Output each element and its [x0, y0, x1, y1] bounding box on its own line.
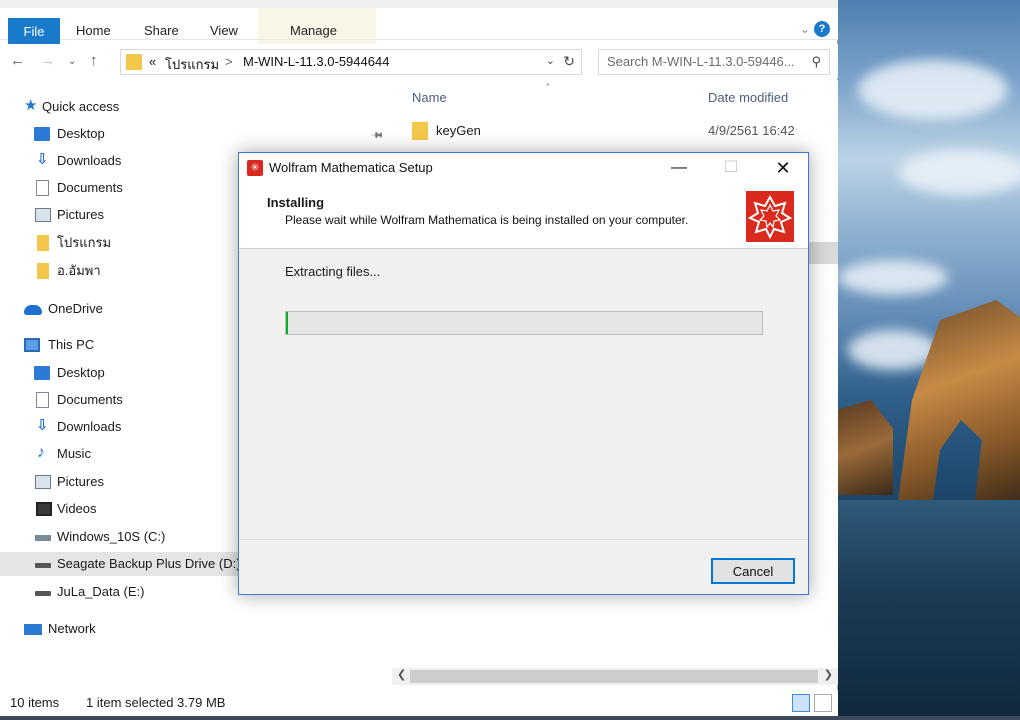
nav-pc-videos[interactable]: Videos	[0, 497, 248, 521]
close-icon[interactable]: ✕	[760, 155, 806, 181]
wolfram-spikey-logo	[746, 191, 794, 242]
progress-bar	[285, 311, 763, 335]
computer-icon	[24, 338, 40, 352]
download-icon: ⇩	[36, 417, 49, 434]
file-name: keyGen	[436, 123, 481, 138]
search-placeholder: Search M-WIN-L-11.3.0-59446...	[607, 54, 795, 69]
pin-icon[interactable]: 🖈	[367, 125, 388, 146]
tab-share[interactable]: Share	[144, 20, 179, 42]
video-icon	[36, 502, 52, 516]
network-icon	[24, 624, 42, 635]
minimize-icon[interactable]: —	[656, 155, 702, 181]
folder-icon	[37, 263, 49, 279]
address-dropdown-icon[interactable]: ⌄	[546, 54, 555, 67]
column-header-date-modified[interactable]: Date modified	[708, 90, 788, 105]
progress-bar-fill	[286, 312, 288, 334]
folder-icon	[37, 235, 49, 251]
header-subtitle: Please wait while Wolfram Mathematica is…	[285, 213, 689, 227]
breadcrumb-overflow[interactable]: «	[149, 54, 156, 69]
tab-view[interactable]: View	[210, 20, 238, 42]
nav-downloads[interactable]: ⇩ Downloads	[0, 149, 248, 173]
nav-desktop[interactable]: Desktop	[0, 122, 248, 146]
nav-pc-desktop[interactable]: Desktop	[0, 361, 248, 385]
maximize-icon: ☐	[723, 159, 739, 176]
column-header-name[interactable]: Name	[412, 90, 447, 105]
desktop-icon	[34, 366, 50, 380]
pictures-icon	[35, 208, 51, 222]
nav-onedrive[interactable]: OneDrive	[0, 297, 248, 321]
star-icon: ★	[24, 97, 38, 114]
folder-icon	[126, 54, 142, 70]
expand-ribbon-icon[interactable]: ⌄	[800, 22, 810, 36]
download-icon: ⇩	[36, 151, 49, 168]
dialog-footer: Cancel	[239, 539, 808, 594]
nav-pc-pictures[interactable]: Pictures	[0, 470, 248, 494]
recent-locations-icon[interactable]: ⌄	[68, 56, 76, 67]
setup-dialog: ✳ Wolfram Mathematica Setup — ☐ ✕ Instal…	[238, 152, 809, 595]
breadcrumb-separator: >	[225, 54, 233, 69]
details-view-icon[interactable]	[792, 694, 810, 712]
drive-icon	[35, 591, 51, 596]
tab-file[interactable]: File	[8, 18, 60, 46]
cancel-button[interactable]: Cancel	[711, 558, 795, 584]
dialog-title: Wolfram Mathematica Setup	[269, 160, 433, 175]
horizontal-scrollbar[interactable]: ❮ ❯	[392, 668, 838, 685]
pictures-icon	[35, 475, 51, 489]
desktop-wallpaper	[838, 0, 1020, 720]
file-date: 4/9/2561 16:42	[708, 123, 795, 138]
breadcrumb-item[interactable]: M-WIN-L-11.3.0-5944644	[243, 54, 389, 69]
dialog-titlebar[interactable]: ✳ Wolfram Mathematica Setup — ☐ ✕	[239, 153, 808, 183]
nav-documents[interactable]: Documents	[0, 176, 248, 200]
sort-up-icon: ⌃	[544, 82, 552, 92]
mathematica-app-icon: ✳	[247, 160, 263, 176]
dialog-body: Extracting files...	[239, 249, 808, 539]
nav-drive-e[interactable]: JuLa_Data (E:)	[0, 580, 248, 604]
nav-pc-music[interactable]: ♪ Music	[0, 442, 248, 466]
nav-pictures[interactable]: Pictures	[0, 203, 248, 227]
progress-status-text: Extracting files...	[285, 264, 381, 279]
address-bar[interactable]: « โปรแกรม > M-WIN-L-11.3.0-5944644 ⌄ ↻	[120, 49, 582, 75]
document-icon	[36, 392, 49, 408]
header-title: Installing	[267, 195, 325, 210]
music-note-icon: ♪	[37, 444, 45, 461]
nav-folder-ampha[interactable]: อ.อัมพา	[0, 259, 248, 283]
nav-drive-d[interactable]: Seagate Backup Plus Drive (D:)	[0, 552, 248, 576]
desktop-icon	[34, 127, 50, 141]
nav-folder-programs[interactable]: โปรแกรม	[0, 231, 248, 255]
scroll-right-icon[interactable]: ❯	[824, 668, 833, 681]
onedrive-cloud-icon	[24, 305, 42, 315]
document-icon	[36, 180, 49, 196]
up-arrow-icon[interactable]: ↑	[90, 52, 98, 69]
back-arrow-icon[interactable]: ←	[10, 52, 25, 69]
large-icons-view-icon[interactable]	[814, 694, 832, 712]
item-count: 10 items	[10, 695, 60, 710]
refresh-icon[interactable]: ↻	[563, 53, 575, 70]
ribbon: File Home Share View Manage ⌄ ?	[0, 8, 838, 48]
forward-arrow-icon[interactable]: →	[40, 52, 55, 69]
navigation-pane: ★ Quick access Desktop ⇩ Downloads Docum…	[0, 80, 248, 670]
selection-info: 1 item selected 3.79 MB	[86, 695, 226, 710]
windows-drive-icon	[35, 535, 51, 541]
help-icon[interactable]: ?	[814, 21, 830, 37]
nav-this-pc[interactable]: This PC	[0, 333, 248, 357]
breadcrumb-item[interactable]: โปรแกรม	[165, 54, 219, 75]
nav-pc-downloads[interactable]: ⇩ Downloads	[0, 415, 248, 439]
tab-home[interactable]: Home	[76, 20, 111, 42]
drive-icon	[35, 563, 51, 568]
tab-manage[interactable]: Manage	[290, 20, 337, 42]
search-input[interactable]: Search M-WIN-L-11.3.0-59446... ⚲	[598, 49, 830, 75]
status-bar: 10 items 1 item selected 3.79 MB	[0, 690, 838, 716]
nav-network[interactable]: Network	[0, 617, 248, 641]
scroll-left-icon[interactable]: ❮	[397, 668, 406, 681]
address-toolbar: ← → ⌄ ↑ « โปรแกรม > M-WIN-L-11.3.0-59446…	[0, 44, 838, 78]
folder-icon	[412, 122, 428, 140]
scrollbar-thumb[interactable]	[410, 670, 818, 683]
taskbar	[0, 716, 1020, 720]
nav-drive-c[interactable]: Windows_10S (C:)	[0, 525, 248, 549]
dialog-header: Installing Please wait while Wolfram Mat…	[239, 183, 808, 249]
nav-pc-documents[interactable]: Documents	[0, 388, 248, 412]
nav-quick-access[interactable]: ★ Quick access	[0, 95, 248, 119]
file-row[interactable]: keyGen 4/9/2561 16:42	[392, 120, 838, 142]
search-icon: ⚲	[811, 54, 821, 69]
